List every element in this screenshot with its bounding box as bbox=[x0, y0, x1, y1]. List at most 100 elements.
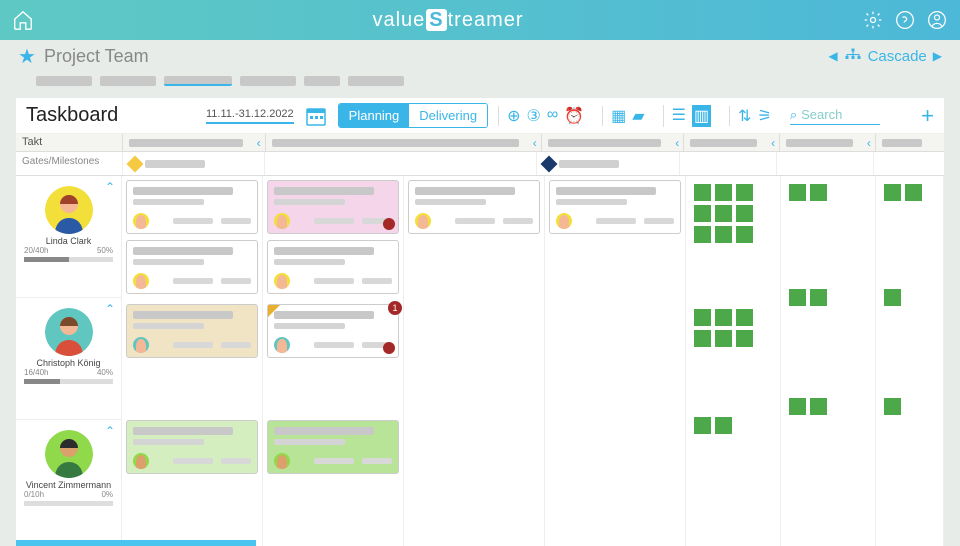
person-row: ⌃ Vincent Zimmermann 0/10h 0% bbox=[16, 420, 121, 542]
collapse-icon[interactable]: ⌃ bbox=[105, 424, 115, 438]
mode-toggle: Planning Delivering bbox=[338, 103, 488, 128]
lane bbox=[876, 176, 944, 546]
column-icon[interactable]: ▥ bbox=[692, 105, 711, 127]
gate-cell bbox=[264, 152, 536, 175]
lane bbox=[545, 176, 686, 546]
card-icon[interactable]: ▰ bbox=[632, 106, 644, 126]
home-icon[interactable] bbox=[12, 9, 34, 31]
sort-icon[interactable]: ⇅ bbox=[738, 106, 751, 126]
tab-item[interactable] bbox=[348, 76, 404, 86]
tab-item[interactable] bbox=[304, 76, 340, 86]
task-card[interactable]: 1 bbox=[267, 304, 399, 358]
calendar-icon[interactable] bbox=[304, 104, 328, 128]
takt-col[interactable]: ‹ bbox=[683, 134, 779, 151]
page-title: Project Team bbox=[44, 46, 149, 67]
date-range[interactable]: 11.11.-31.12.2022 bbox=[206, 108, 294, 124]
task-card[interactable] bbox=[126, 240, 258, 294]
grid-icon[interactable]: ▦ bbox=[611, 106, 626, 126]
add-button[interactable]: + bbox=[921, 103, 934, 129]
pct-label: 0% bbox=[101, 490, 113, 499]
lanes: 1 bbox=[122, 176, 944, 546]
hours-label: 16/40h bbox=[24, 368, 48, 377]
collapse-icon[interactable]: ⌃ bbox=[105, 180, 115, 194]
task-card[interactable] bbox=[267, 420, 399, 474]
takt-col[interactable]: ‹ bbox=[265, 134, 541, 151]
task-card[interactable] bbox=[549, 180, 681, 234]
fold-icon bbox=[268, 305, 280, 317]
tab-item[interactable] bbox=[240, 76, 296, 86]
lane bbox=[686, 176, 781, 546]
cascade-button[interactable]: ◀ Cascade ▶ bbox=[828, 48, 942, 65]
list-icon[interactable]: ☰ bbox=[672, 105, 686, 127]
gate-cell bbox=[776, 152, 873, 175]
tab-item-active[interactable] bbox=[164, 76, 232, 86]
gates-label: Gates/Milestones bbox=[16, 152, 122, 175]
gate-cell bbox=[873, 152, 944, 175]
delivering-mode[interactable]: Delivering bbox=[409, 104, 487, 127]
gates-row: Gates/Milestones bbox=[16, 152, 944, 176]
lane bbox=[781, 176, 876, 546]
takt-label: Takt bbox=[16, 134, 122, 151]
person-name: Vincent Zimmermann bbox=[20, 480, 117, 490]
people-column: ⌃ Linda Clark 20/40h 50% ⌃ Christoph Köni… bbox=[16, 176, 122, 546]
clock-icon[interactable]: ⏰ bbox=[564, 106, 584, 126]
nav-tabs bbox=[0, 72, 960, 90]
badge-icon bbox=[383, 342, 395, 354]
gear-icon[interactable] bbox=[862, 9, 884, 31]
task-card[interactable] bbox=[408, 180, 540, 234]
task-grid: ⌃ Linda Clark 20/40h 50% ⌃ Christoph Köni… bbox=[16, 176, 944, 546]
gate-cell bbox=[679, 152, 776, 175]
hours-label: 0/10h bbox=[24, 490, 44, 499]
avatar[interactable] bbox=[45, 308, 93, 356]
infinity-icon[interactable]: ∞ bbox=[547, 106, 558, 126]
collapse-icon[interactable]: ⌃ bbox=[105, 302, 115, 316]
tab-item[interactable] bbox=[100, 76, 156, 86]
breadcrumb-bar: ★ Project Team ◀ Cascade ▶ bbox=[0, 40, 960, 72]
badge-icon bbox=[383, 218, 395, 230]
tab-item[interactable] bbox=[36, 76, 92, 86]
star-icon[interactable]: ★ bbox=[18, 44, 36, 69]
milestone-icon[interactable] bbox=[127, 155, 144, 172]
capacity-bar bbox=[24, 257, 113, 262]
help-icon[interactable] bbox=[894, 9, 916, 31]
taskboard: Taskboard 11.11.-31.12.2022 Planning Del… bbox=[16, 98, 944, 546]
person-name: Christoph König bbox=[20, 358, 117, 368]
avatar[interactable] bbox=[45, 186, 93, 234]
lane: 1 bbox=[263, 176, 404, 546]
gate-cell bbox=[536, 152, 678, 175]
task-card[interactable] bbox=[126, 180, 258, 234]
app-header: valueStreamer bbox=[0, 0, 960, 40]
app-title: valueStreamer bbox=[34, 9, 862, 32]
takt-col[interactable] bbox=[875, 134, 944, 151]
pct-label: 40% bbox=[97, 368, 113, 377]
takt-col[interactable]: ‹ bbox=[122, 134, 265, 151]
board-toolbar: Taskboard 11.11.-31.12.2022 Planning Del… bbox=[16, 98, 944, 134]
search-icon: ⌕ bbox=[790, 107, 797, 123]
filter-icon[interactable]: ⚞ bbox=[757, 106, 771, 126]
task-card[interactable] bbox=[267, 180, 399, 234]
pct-label: 50% bbox=[97, 246, 113, 255]
task-card[interactable] bbox=[126, 420, 258, 474]
filter3-icon[interactable]: ③ bbox=[527, 106, 541, 126]
milestone-icon[interactable] bbox=[541, 155, 558, 172]
capacity-bar bbox=[24, 501, 113, 506]
takt-col[interactable]: ‹ bbox=[541, 134, 684, 151]
person-name: Linda Clark bbox=[20, 236, 117, 246]
user-icon[interactable] bbox=[926, 9, 948, 31]
avatar[interactable] bbox=[45, 430, 93, 478]
search-input[interactable]: ⌕ Search bbox=[790, 107, 880, 125]
badge-count: 1 bbox=[388, 301, 402, 315]
hours-label: 20/40h bbox=[24, 246, 48, 255]
capacity-bar bbox=[24, 379, 113, 384]
board-title: Taskboard bbox=[26, 104, 196, 127]
takt-col[interactable]: ‹ bbox=[779, 134, 875, 151]
lane bbox=[122, 176, 263, 546]
globe-icon[interactable]: ⊕ bbox=[507, 106, 520, 126]
task-card[interactable] bbox=[267, 240, 399, 294]
person-row: ⌃ Christoph König 16/40h 40% bbox=[16, 298, 121, 420]
task-card[interactable] bbox=[126, 304, 258, 358]
takt-header: Takt ‹ ‹ ‹ ‹ ‹ bbox=[16, 134, 944, 152]
planning-mode[interactable]: Planning bbox=[339, 104, 410, 127]
horizontal-scrollbar[interactable] bbox=[16, 540, 256, 546]
gate-cell bbox=[122, 152, 264, 175]
